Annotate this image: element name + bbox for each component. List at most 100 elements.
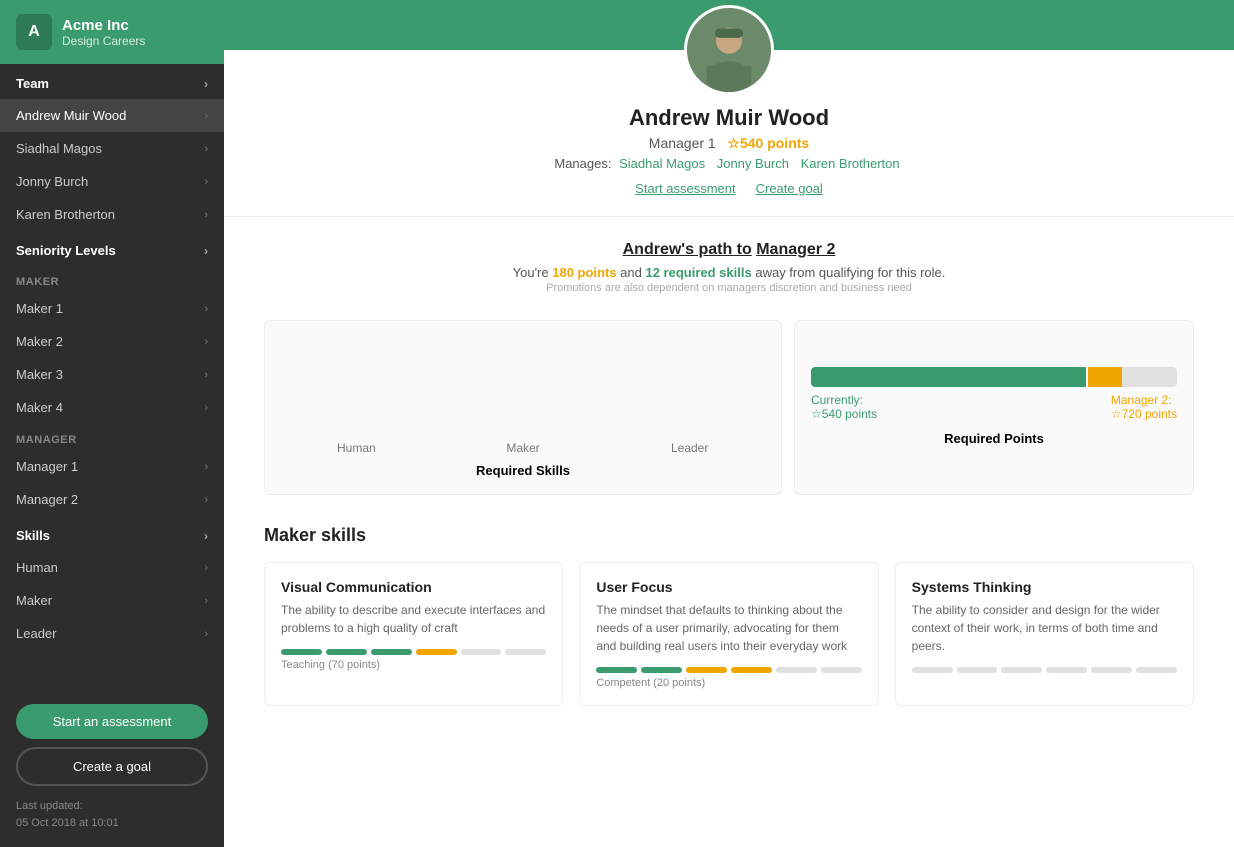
manages-siadhal[interactable]: Siadhal Magos [619,156,705,171]
points-bar-extra [1086,367,1123,387]
leader-label: Leader [614,441,765,455]
start-assessment-link[interactable]: Start assessment [635,181,735,196]
skill-bars [596,667,861,673]
sidebar-bottom: Start an assessment Create a goal Last u… [0,688,224,847]
skill-bar [686,667,727,673]
skill-bar [776,667,817,673]
sidebar: A Acme Inc Design Careers Team › Andrew … [0,0,224,847]
skill-bar [1091,667,1132,673]
skill-points-label: Competent (20 points) [596,677,861,689]
skill-bar [461,649,502,655]
skill-points-label: Teaching (70 points) [281,659,546,671]
profile-name: Andrew Muir Wood [264,105,1194,131]
skill-bar [1001,667,1042,673]
human-label: Human [281,441,432,455]
chart-points: Currently: ☆540 points Manager 2: ☆720 p… [794,320,1194,495]
sidebar-header[interactable]: A Acme Inc Design Careers [0,0,224,64]
skills-section-header[interactable]: Skills › [0,516,224,551]
manager-group-label: MANAGER [0,424,224,450]
chevron-icon: › [204,628,208,640]
avatar-wrapper [264,5,1194,95]
skill-bar [912,667,953,673]
sidebar-item-karen[interactable]: Karen Brotherton › [0,198,224,231]
sidebar-item-maker3[interactable]: Maker 3 › [0,358,224,391]
create-goal-button[interactable]: Create a goal [16,747,208,786]
sidebar-item-manager1[interactable]: Manager 1 › [0,450,224,483]
chevron-icon: › [204,402,208,414]
start-assessment-button[interactable]: Start an assessment [16,704,208,739]
company-name: Acme Inc [62,17,145,34]
skill-desc: The mindset that defaults to thinking ab… [596,601,861,655]
seniority-chevron-icon: › [204,244,208,258]
skill-bar [1136,667,1177,673]
skill-name: Systems Thinking [912,579,1177,595]
required-skills-title: Required Skills [281,463,765,478]
points-bar-container: Currently: ☆540 points Manager 2: ☆720 p… [811,367,1177,421]
profile-points: ☆540 points [727,135,809,151]
chart-skills: Human Maker Leader Required Skills [264,320,782,495]
create-goal-link[interactable]: Create goal [756,181,823,196]
manager2-points-label: Manager 2: ☆720 points [1111,393,1177,421]
sidebar-item-maker1[interactable]: Maker 1 › [0,292,224,325]
chevron-icon: › [204,110,208,122]
profile-title: Manager 1 ☆540 points [264,135,1194,152]
skill-bar [596,667,637,673]
skill-card-visual-communication: Visual Communication The ability to desc… [264,562,563,706]
chevron-icon: › [204,209,208,221]
skill-bar [326,649,367,655]
path-note: Promotions are also dependent on manager… [264,282,1194,294]
company-logo: A [16,14,52,50]
skills-section-title: Maker skills [264,525,1194,546]
current-points-label: Currently: ☆540 points [811,393,877,421]
manages-karen[interactable]: Karen Brotherton [801,156,900,171]
sidebar-item-leader[interactable]: Leader › [0,617,224,650]
seniority-section-header[interactable]: Seniority Levels › [0,231,224,266]
skill-bars [912,667,1177,673]
sidebar-item-maker-skill[interactable]: Maker › [0,584,224,617]
chevron-icon: › [204,461,208,473]
skill-card-systems-thinking: Systems Thinking The ability to consider… [895,562,1194,706]
skill-bar [281,649,322,655]
chevron-icon: › [204,562,208,574]
chevron-icon: › [204,303,208,315]
team-section-header[interactable]: Team › [0,64,224,99]
points-bar-current [811,367,1086,387]
sidebar-item-siadhal[interactable]: Siadhal Magos › [0,132,224,165]
chevron-icon: › [204,369,208,381]
skill-bar [641,667,682,673]
path-subtitle: You're 180 points and 12 required skills… [264,265,1194,280]
team-chevron-icon: › [204,77,208,91]
skill-name: User Focus [596,579,861,595]
sidebar-item-maker2[interactable]: Maker 2 › [0,325,224,358]
chevron-icon: › [204,494,208,506]
skill-bar [371,649,412,655]
sidebar-item-andrew[interactable]: Andrew Muir Wood › [0,99,224,132]
sidebar-item-human[interactable]: Human › [0,551,224,584]
bar-chart [281,337,765,427]
skill-name: Visual Communication [281,579,546,595]
required-points-title: Required Points [811,431,1177,446]
company-subtitle: Design Careers [62,34,145,48]
skills-chevron-icon: › [204,529,208,543]
path-section: Andrew's path to Manager 2 You're 180 po… [224,217,1234,320]
skill-bar [821,667,862,673]
points-bar-track [811,367,1177,387]
avatar [684,5,774,95]
sidebar-item-jonny[interactable]: Jonny Burch › [0,165,224,198]
points-labels: Currently: ☆540 points Manager 2: ☆720 p… [811,393,1177,421]
chevron-icon: › [204,143,208,155]
maker-label: Maker [448,441,599,455]
skills-grid: Visual Communication The ability to desc… [264,562,1194,706]
last-updated: Last updated: 05 Oct 2018 at 10:01 [16,798,208,831]
main-content: Andrew Muir Wood Manager 1 ☆540 points M… [224,0,1234,847]
skills-section: Maker skills Visual Communication The ab… [224,515,1234,736]
chevron-icon: › [204,595,208,607]
manages-jonny[interactable]: Jonny Burch [717,156,789,171]
skill-bar [731,667,772,673]
charts-row: Human Maker Leader Required Skills Curre… [224,320,1234,515]
sidebar-item-maker4[interactable]: Maker 4 › [0,391,224,424]
skill-bar [957,667,998,673]
skill-bars [281,649,546,655]
points-bar-divider [1086,367,1088,387]
sidebar-item-manager2[interactable]: Manager 2 › [0,483,224,516]
